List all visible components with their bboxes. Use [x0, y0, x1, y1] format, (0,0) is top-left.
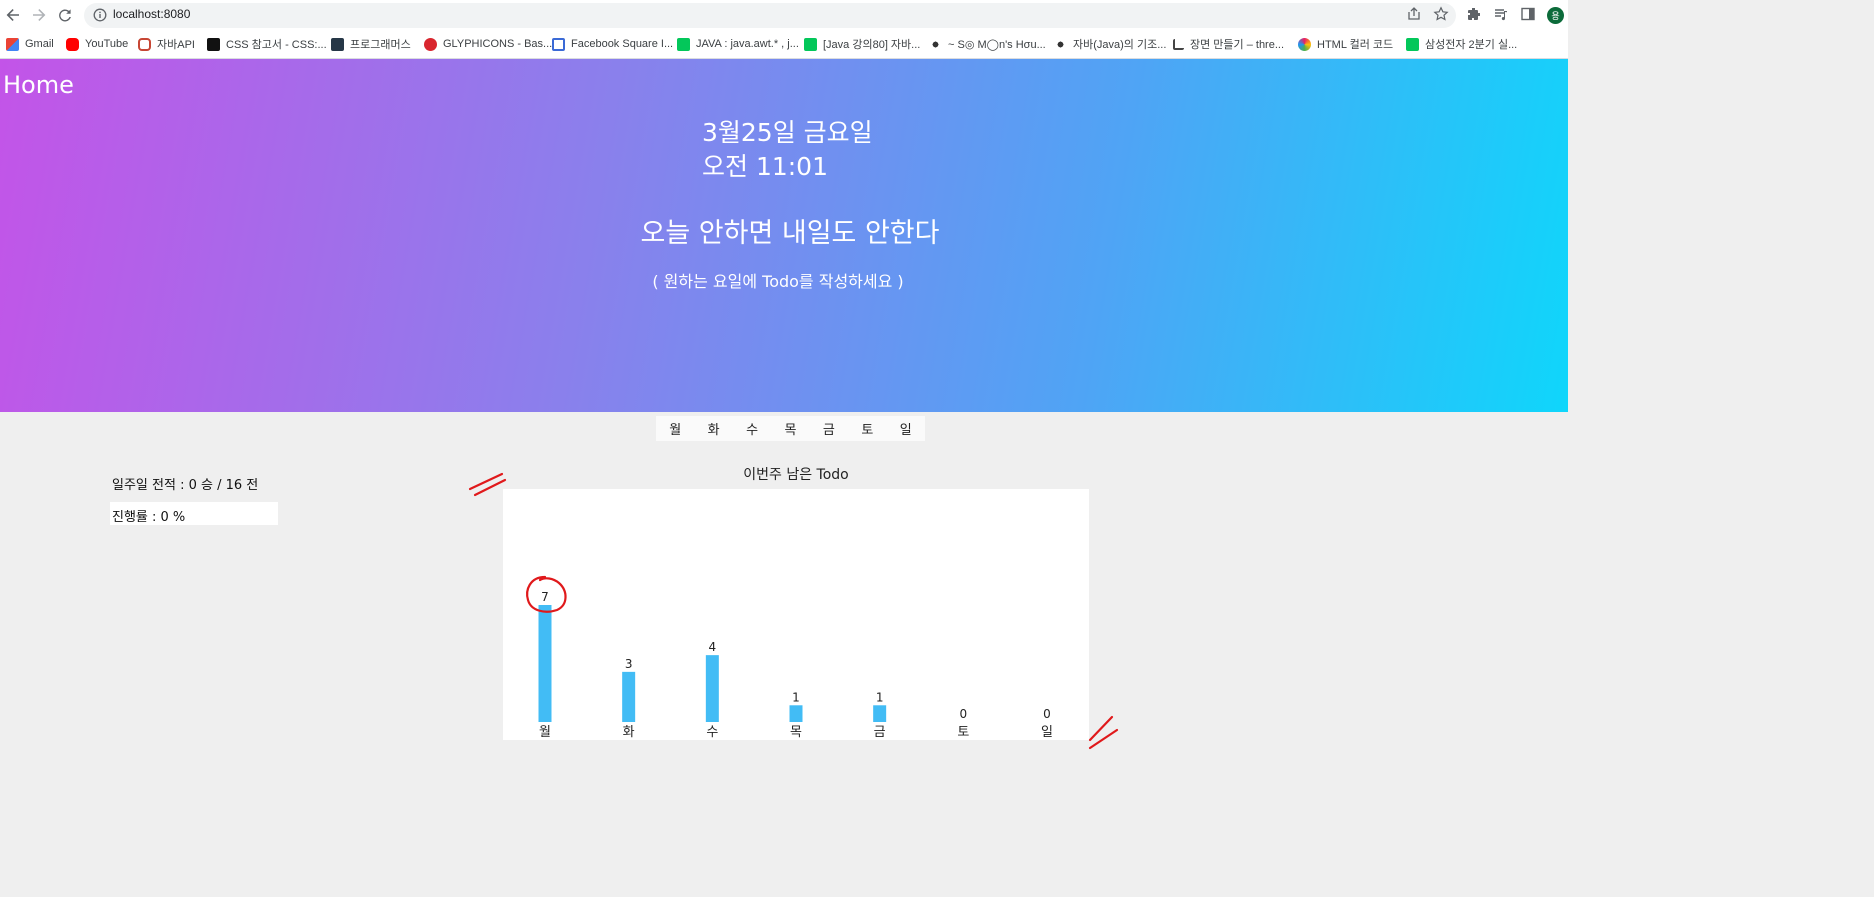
- chart-bar-4: [873, 705, 887, 722]
- home-link[interactable]: Home: [3, 71, 74, 99]
- tab-thursday[interactable]: 목: [771, 416, 809, 441]
- instruction-text: ( 원하는 요일에 Todo를 작성하세요 ): [652, 272, 904, 291]
- tab-wednesday[interactable]: 수: [733, 416, 771, 441]
- progress-label: 진행률 : 0 %: [112, 510, 186, 525]
- chart-value-label-5: 0: [960, 707, 968, 721]
- bookmark-html-color-code[interactable]: HTML 컬러 코드: [1298, 36, 1393, 52]
- chart-category-label-3: 목: [790, 725, 802, 740]
- weekday-tabs: 월 화 수 목 금 토 일: [656, 416, 925, 441]
- chart-category-label-6: 일: [1041, 725, 1053, 740]
- naver-blog-icon: [677, 37, 690, 51]
- side-panel-icon[interactable]: [1520, 6, 1536, 22]
- profile-avatar[interactable]: 용: [1547, 7, 1564, 24]
- hero-banner: Home 3월25일 금요일 오전 11:01 오늘 안하면 내일도 안한다 (…: [0, 59, 1568, 412]
- bookmark-star-icon[interactable]: [1433, 6, 1449, 22]
- chart-category-label-0: 월: [539, 725, 551, 740]
- chart-category-label-4: 금: [874, 725, 886, 740]
- chart-value-label-1: 3: [625, 657, 633, 671]
- chart-value-label-2: 4: [709, 640, 717, 654]
- weekly-record: 일주일 전적 : 0 승 / 16 전: [112, 478, 259, 493]
- chart-value-label-6: 0: [1043, 707, 1051, 721]
- bookmark-gmail[interactable]: Gmail: [6, 36, 54, 52]
- chart-bar-2: [705, 655, 719, 722]
- bookmarks-bar: Gmail YouTube 자바API CSS 참고서 - CSS:... 프로…: [0, 31, 1568, 59]
- bookmark-samsung-q2[interactable]: 삼성전자 2분기 실...: [1406, 36, 1517, 52]
- color-wheel-icon: [1298, 37, 1311, 51]
- extensions-icon[interactable]: [1466, 6, 1482, 22]
- chart-value-label-3: 1: [792, 690, 800, 704]
- bookmark-glyphicons[interactable]: GLYPHICONS - Bas...: [424, 36, 552, 52]
- address-bar[interactable]: localhost:8080: [84, 3, 1456, 28]
- naver-blog-icon: [1406, 37, 1419, 51]
- bookmark-java-api[interactable]: 자바API: [138, 36, 195, 52]
- chart-bar-0: [538, 605, 552, 722]
- chart-svg: 7 월 3 화 4 수 1 목 1 금 0 토 0 일: [538, 590, 1053, 740]
- bookmark-java-basics[interactable]: 자바(Java)의 기조...: [1054, 36, 1166, 52]
- url-text: localhost:8080: [113, 7, 191, 21]
- bookmark-java-lecture[interactable]: [Java 강의80] 자바...: [804, 36, 920, 52]
- tab-friday[interactable]: 금: [810, 416, 848, 441]
- reload-icon[interactable]: [55, 5, 75, 25]
- chart-category-label-1: 화: [623, 725, 635, 740]
- chart-value-label-0: 7: [541, 590, 549, 604]
- bookmark-threejs-scene[interactable]: 장면 만들기 – thre...: [1173, 36, 1284, 52]
- annotation-tick-bottom-right: [1088, 715, 1119, 750]
- back-arrow-icon[interactable]: [3, 5, 23, 25]
- current-time: 오전 11:01: [702, 152, 828, 181]
- naver-blog-icon: [804, 37, 817, 51]
- annotation-tick-top-left: [468, 472, 507, 497]
- chart-bar-1: [622, 671, 636, 722]
- motto-text: 오늘 안하면 내일도 안한다: [640, 218, 940, 249]
- share-icon[interactable]: [1406, 6, 1422, 22]
- oracle-icon: [138, 37, 151, 51]
- tab-monday[interactable]: 월: [656, 416, 694, 441]
- tistory-icon: [1054, 37, 1067, 51]
- tab-sunday[interactable]: 일: [887, 416, 925, 441]
- programmers-icon: [331, 37, 344, 51]
- bookmark-youtube[interactable]: YouTube: [66, 36, 128, 52]
- current-date: 3월25일 금요일: [702, 118, 873, 147]
- forward-arrow-icon[interactable]: [29, 5, 49, 25]
- bookmark-programmers[interactable]: 프로그래머스: [331, 36, 411, 52]
- bookmark-css-reference[interactable]: CSS 참고서 - CSS:...: [207, 36, 327, 52]
- tab-tuesday[interactable]: 화: [694, 416, 732, 441]
- chart-category-label-2: 수: [706, 725, 718, 740]
- tistory-icon: [929, 37, 942, 51]
- chart-category-label-5: 토: [957, 725, 969, 740]
- flag-icon: [552, 37, 565, 51]
- threejs-icon: [1173, 38, 1184, 50]
- chart-value-label-4: 1: [876, 690, 884, 704]
- chart-bar-3: [789, 705, 803, 722]
- bookmark-java-awt[interactable]: JAVA : java.awt.* , j...: [677, 36, 799, 52]
- gmail-icon: [6, 37, 19, 51]
- progress-bar: 진행률 : 0 %: [110, 502, 278, 525]
- browser-toolbar: localhost:8080 용: [0, 0, 1568, 31]
- tab-saturday[interactable]: 토: [848, 416, 886, 441]
- site-info-icon[interactable]: [93, 8, 107, 22]
- media-queue-icon[interactable]: [1493, 6, 1509, 22]
- youtube-icon: [66, 37, 79, 51]
- glyphicons-icon: [424, 37, 437, 51]
- chart-title: 이번주 남은 Todo: [743, 467, 849, 483]
- bookmark-facebook-square[interactable]: Facebook Square I...: [552, 36, 673, 52]
- css-icon: [207, 37, 220, 51]
- todo-bar-chart: 7 월 3 화 4 수 1 목 1 금 0 토 0 일: [503, 489, 1089, 740]
- bookmark-soomons-house[interactable]: ~ S◎ M◯n's Hσu...: [929, 36, 1046, 52]
